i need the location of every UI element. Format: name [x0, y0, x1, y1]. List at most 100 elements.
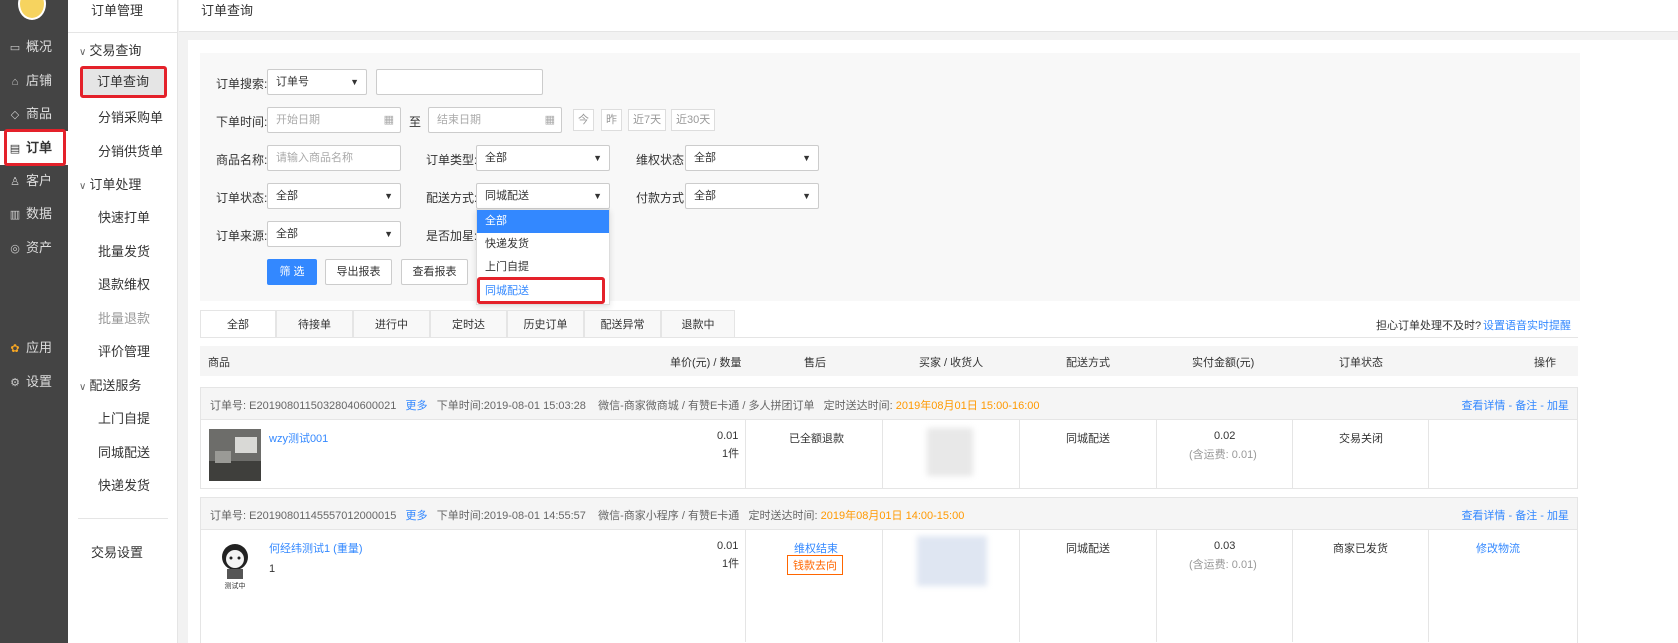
- status-cell: 商家已发货: [1292, 530, 1428, 642]
- order-number: E20190801150328040600021: [249, 400, 397, 412]
- voice-reminder-link[interactable]: 设置语音实时提醒: [1483, 317, 1571, 333]
- menu-item-batch-ship[interactable]: 批量发货: [98, 241, 150, 260]
- due-label: 定时送达时间:: [748, 510, 818, 522]
- order-time: 下单时间:2019-08-01 14:55:57: [436, 510, 586, 522]
- monitor-icon: ▭: [9, 42, 21, 54]
- caret-down-icon: ▼: [384, 191, 393, 201]
- menu-group-label: 订单处理: [89, 177, 142, 192]
- goods-name-link[interactable]: wzy测试001: [269, 430, 328, 446]
- payment-method-select[interactable]: 全部 ▼: [685, 183, 819, 209]
- order-type-select[interactable]: 全部 ▼: [476, 145, 610, 171]
- dropdown-option-express[interactable]: 快递发货: [477, 233, 609, 256]
- modify-logistics-link[interactable]: 修改物流: [1476, 540, 1520, 556]
- menu-item-trade-settings[interactable]: 交易设置: [91, 542, 143, 561]
- shipping-method-dropdown: 全部 快递发货 上门自提 同城配送: [476, 209, 610, 305]
- order-no-label: 订单号:: [210, 510, 247, 522]
- shipping-method-select[interactable]: 同城配送 ▼: [476, 183, 610, 209]
- nav-item-assets[interactable]: ◎ 资产: [0, 231, 68, 265]
- nav-item-label: 店铺: [26, 73, 53, 88]
- tab-delivery-exception[interactable]: 配送异常: [584, 310, 661, 338]
- after-sale-status-link[interactable]: 维权结束: [794, 540, 838, 556]
- menu-item-distribution-supply[interactable]: 分销供货单: [98, 141, 163, 160]
- start-date-input[interactable]: 开始日期 ▦: [267, 107, 401, 133]
- menu-group-label: 配送服务: [89, 378, 142, 393]
- gear-icon: ⚙: [10, 377, 20, 389]
- export-report-button[interactable]: 导出报表: [325, 259, 392, 285]
- payment-method-value: 全部: [694, 190, 716, 202]
- order-actions[interactable]: 查看详情 - 备注 - 加星: [1461, 397, 1569, 413]
- tab-refunding[interactable]: 退款中: [661, 310, 735, 338]
- nav-item-data[interactable]: ▥ 数据: [0, 197, 68, 231]
- menu-group-delivery[interactable]: ∨ 配送服务: [79, 375, 141, 394]
- nav-item-apps[interactable]: ✿ 应用: [0, 331, 68, 365]
- tab-in-progress[interactable]: 进行中: [353, 310, 430, 338]
- quick-date-7days[interactable]: 近7天: [628, 109, 667, 131]
- nav-item-settings[interactable]: ⚙ 设置: [0, 365, 68, 399]
- status-cell: 交易关闭: [1292, 420, 1428, 488]
- goods-name-input[interactable]: 请输入商品名称: [267, 145, 401, 171]
- quick-date-yesterday[interactable]: 昨: [601, 109, 622, 131]
- due-time: 2019年08月01日 14:00-15:00: [820, 510, 965, 522]
- shipping-method: 同城配送: [1066, 433, 1110, 445]
- dropdown-option-pickup[interactable]: 上门自提: [477, 256, 609, 279]
- nav-item-goods[interactable]: ◇ 商品: [0, 97, 68, 131]
- dropdown-option-all[interactable]: 全部: [477, 210, 609, 233]
- menu-item-express[interactable]: 快递发货: [98, 475, 150, 494]
- order-source-select[interactable]: 全部 ▼: [267, 221, 401, 247]
- menu-item-reviews[interactable]: 评价管理: [98, 341, 150, 360]
- primary-sidebar: ▭ 概况 ⌂ 店铺 ◇ 商品 ▤ 订单 ♙ 客户 ▥ 数据 ◎ 资产 ✿ 应用 ⚙ 设置: [0, 0, 68, 643]
- order-search-input[interactable]: [376, 69, 543, 95]
- tab-all[interactable]: 全部: [200, 310, 276, 338]
- col-actions: 操作: [1534, 357, 1556, 369]
- order-status: 商家已发货: [1333, 543, 1388, 555]
- more-link[interactable]: 更多: [406, 400, 428, 412]
- nav-item-orders[interactable]: ▤ 订单: [0, 131, 68, 165]
- tab-scheduled[interactable]: 定时达: [430, 310, 507, 338]
- buyer-cell: [882, 530, 1019, 642]
- order-header: 订单号: E20190801150328040600021 更多 下单时间:20…: [201, 388, 1577, 420]
- quick-date-30days[interactable]: 近30天: [671, 109, 716, 131]
- search-type-value: 订单号: [276, 76, 309, 88]
- more-link[interactable]: 更多: [406, 510, 428, 522]
- dropdown-option-local-delivery[interactable]: 同城配送: [477, 280, 609, 303]
- quantity: 1件: [722, 558, 740, 570]
- nav-item-customers[interactable]: ♙ 客户: [0, 164, 68, 198]
- col-shipping: 配送方式: [1066, 357, 1110, 369]
- search-type-select[interactable]: 订单号 ▼: [267, 69, 367, 95]
- money-flow-badge[interactable]: 钱款去向: [787, 555, 843, 575]
- menu-group-trade-query[interactable]: ∨ 交易查询: [79, 40, 141, 59]
- menu-item-distribution-purchase[interactable]: 分销采购单: [98, 107, 163, 126]
- table-header: 商品 单价(元) / 数量 售后 买家 / 收货人 配送方式 实付金额(元) 订…: [200, 346, 1578, 376]
- end-date-input[interactable]: 结束日期 ▦: [428, 107, 562, 133]
- order-status-select[interactable]: 全部 ▼: [267, 183, 401, 209]
- rights-status-select[interactable]: 全部 ▼: [685, 145, 819, 171]
- menu-item-self-pickup[interactable]: 上门自提: [98, 408, 150, 427]
- due-label: 定时送达时间:: [823, 400, 893, 412]
- order-type-label: 订单类型:: [426, 153, 478, 167]
- nav-item-store[interactable]: ⌂ 店铺: [0, 64, 68, 98]
- goods-thumbnail: 测试中: [209, 538, 261, 590]
- menu-item-refund-rights[interactable]: 退款维权: [98, 274, 150, 293]
- menu-group-order-process[interactable]: ∨ 订单处理: [79, 174, 141, 193]
- paid-cell: 0.02 (含运费: 0.01): [1156, 420, 1292, 488]
- order-status-label: 订单状态:: [216, 191, 268, 205]
- shipping-cell: 同城配送: [1019, 530, 1156, 642]
- filter-button[interactable]: 筛 选: [267, 259, 317, 285]
- menu-item-quick-print[interactable]: 快速打单: [98, 207, 150, 226]
- goods-spec: 1: [269, 563, 276, 575]
- chevron-down-icon: ∨: [79, 181, 87, 192]
- tab-history[interactable]: 历史订单: [507, 310, 584, 338]
- menu-item-local-delivery[interactable]: 同城配送: [98, 442, 150, 461]
- quick-date-today[interactable]: 今: [573, 109, 594, 131]
- tab-pending[interactable]: 待接单: [276, 310, 353, 338]
- order-actions[interactable]: 查看详情 - 备注 - 加星: [1461, 507, 1569, 523]
- shipping-method: 同城配送: [1066, 543, 1110, 555]
- goods-name-link[interactable]: 何经纬测试1 (重量): [269, 540, 363, 556]
- nav-item-overview[interactable]: ▭ 概况: [0, 30, 68, 64]
- unit-price: 0.01: [717, 430, 739, 442]
- view-report-button[interactable]: 查看报表: [401, 259, 468, 285]
- menu-item-batch-refund[interactable]: 批量退款: [98, 308, 150, 327]
- menu-item-order-query[interactable]: 订单查询: [82, 69, 164, 95]
- shop-avatar[interactable]: [18, 0, 46, 20]
- shipping-cell: 同城配送: [1019, 420, 1156, 488]
